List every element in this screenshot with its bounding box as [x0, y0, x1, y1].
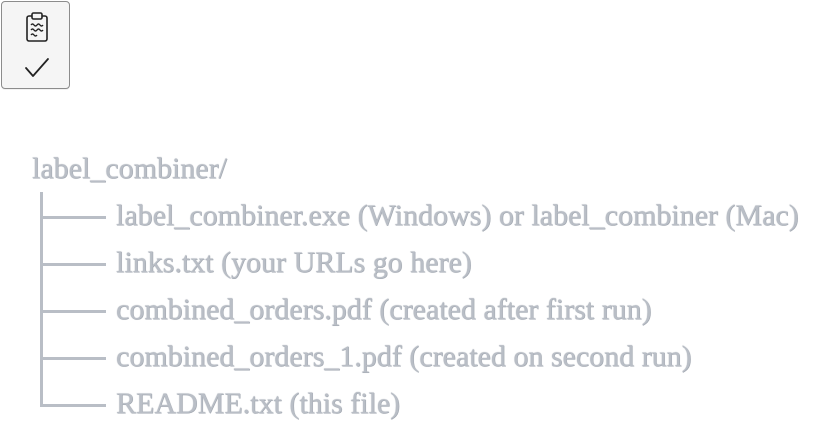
tree-branch-connector [40, 239, 116, 286]
tree-branch-connector [40, 192, 116, 239]
clipboard-icon [26, 12, 48, 42]
tree-item: README.txt (this file) [32, 380, 838, 425]
tree-item: combined_orders.pdf (created after first… [32, 286, 838, 333]
tree-item-label: combined_orders.pdf (created after first… [116, 293, 652, 326]
tree-root-label: label_combiner/ [32, 152, 227, 185]
tree-last-connector [40, 380, 116, 425]
tree-item-label: combined_orders_1.pdf (created on second… [116, 340, 692, 373]
copy-code-button[interactable] [1, 1, 70, 89]
tree-item: combined_orders_1.pdf (created on second… [32, 333, 838, 380]
tree-item-label: README.txt (this file) [116, 387, 401, 420]
tree-item: label_combiner.exe (Windows) or label_co… [32, 192, 838, 239]
tree-item: links.txt (your URLs go here) [32, 239, 838, 286]
file-tree: label_combiner/ label_combiner.exe (Wind… [32, 145, 838, 425]
tree-item-label: label_combiner.exe (Windows) or label_co… [116, 199, 799, 232]
tree-branch-connector [40, 286, 116, 333]
tree-root: label_combiner/ [32, 145, 838, 192]
check-icon [25, 58, 49, 77]
tree-branch-connector [40, 333, 116, 380]
tree-item-label: links.txt (your URLs go here) [116, 246, 472, 279]
